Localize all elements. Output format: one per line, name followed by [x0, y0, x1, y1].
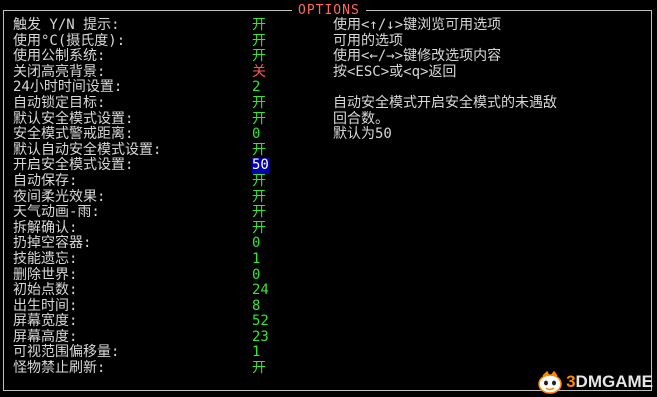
option-label: 默认自动安全模式设置: — [13, 141, 162, 158]
option-value[interactable]: 开 — [252, 360, 266, 377]
option-label: 24小时时间设置: — [13, 79, 123, 96]
option-value[interactable]: 关 — [252, 64, 266, 81]
option-value-selected[interactable]: 50 — [252, 158, 269, 174]
help-description: 自动安全模式开启安全模式的未遇敌 回合数。 默认为50 — [333, 94, 633, 143]
option-row[interactable]: 使用°C(摄氏度): 开 — [13, 32, 283, 50]
window-title: OPTIONS — [292, 3, 366, 18]
option-label: 使用°C(摄氏度): — [13, 32, 126, 49]
option-value[interactable]: 2 — [252, 80, 260, 96]
help-nav: 使用<↑/↓>键浏览可用选项 — [333, 17, 502, 33]
option-label: 默认安全模式设置: — [13, 110, 134, 127]
option-value[interactable]: 1 — [252, 345, 260, 361]
mascot-icon — [538, 370, 562, 394]
option-label: 初始点数: — [13, 282, 78, 299]
option-label: 安全模式警戒距离: — [13, 126, 134, 143]
option-label: 出生时间: — [13, 297, 78, 314]
option-row[interactable]: 天气动画-雨: 开 — [13, 205, 283, 221]
option-row[interactable]: 触发 Y/N 提示: 开 — [13, 17, 283, 34]
option-row[interactable]: 拆解确认: 开 — [13, 219, 283, 237]
option-row[interactable]: 关闭高亮背景: 关 — [13, 63, 283, 81]
option-label: 关闭高亮背景: — [13, 63, 106, 80]
help-description-line: 回合数。 — [333, 110, 389, 127]
option-label: 技能遗忘: — [13, 250, 78, 267]
option-value[interactable]: 开 — [252, 33, 266, 50]
option-row[interactable]: 默认安全模式设置: 开 — [13, 110, 283, 128]
option-value[interactable]: 52 — [252, 314, 269, 330]
option-label: 拆解确认: — [13, 219, 78, 236]
option-value[interactable]: 开 — [252, 95, 266, 112]
option-value[interactable]: 开 — [252, 49, 266, 65]
option-label: 可视范围偏移量: — [13, 344, 120, 361]
option-label: 使用公制系统: — [13, 48, 106, 65]
help-available: 可用的选项 — [333, 32, 403, 49]
option-label: 怪物禁止刷新: — [13, 360, 106, 377]
option-value[interactable]: 开 — [252, 205, 266, 221]
option-value[interactable]: 开 — [252, 173, 266, 190]
option-label: 自动保存: — [13, 172, 78, 189]
option-row[interactable]: 初始点数: 24 — [13, 282, 283, 299]
option-row[interactable]: 可视范围偏移量: 1 — [13, 345, 283, 361]
option-row[interactable]: 扔掉空容器: 0 — [13, 236, 283, 252]
option-value[interactable]: 开 — [252, 142, 266, 159]
options-list: 触发 Y/N 提示: 开使用°C(摄氏度): 开使用公制系统: 开关闭高亮背景: 关 24… — [13, 17, 283, 377]
option-value[interactable]: 开 — [252, 17, 266, 34]
option-label: 扔掉空容器: — [13, 235, 92, 252]
option-value[interactable]: 开 — [252, 220, 266, 237]
option-row[interactable]: 自动保存: 开 — [13, 172, 283, 190]
help-modify: 使用<←/→>键修改选项内容 — [333, 48, 502, 65]
option-label: 开启安全模式设置: — [13, 157, 134, 174]
option-value[interactable]: 0 — [252, 127, 260, 143]
help-back: 按<ESC>或<q>返回 — [333, 63, 457, 80]
option-row[interactable]: 技能遗忘: 1 — [13, 250, 283, 268]
option-value[interactable]: 24 — [252, 282, 269, 299]
option-row[interactable]: 24小时时间设置: 2 — [13, 80, 283, 96]
option-row[interactable]: 出生时间: 8 — [13, 297, 283, 315]
option-label: 夜间柔光效果: — [13, 188, 106, 205]
option-label: 触发 Y/N 提示: — [13, 17, 120, 33]
option-row[interactable]: 怪物禁止刷新: 开 — [13, 360, 283, 377]
option-row[interactable]: 删除世界: 0 — [13, 266, 283, 284]
option-row[interactable]: 开启安全模式设置: 50 — [13, 158, 283, 174]
help-description-line: 自动安全模式开启安全模式的未遇敌 — [333, 94, 557, 111]
watermark-text: 3DMGAME — [566, 372, 653, 391]
option-value[interactable]: 23 — [252, 329, 269, 346]
option-row[interactable]: 默认自动安全模式设置: 开 — [13, 141, 283, 159]
help-panel: 使用<↑/↓>键浏览可用选项 可用的选项 使用<←/→>键修改选项内容 按<ES… — [333, 17, 633, 143]
option-row[interactable]: 屏幕宽度: 52 — [13, 314, 283, 330]
option-label: 天气动画-雨: — [13, 204, 100, 221]
option-value[interactable]: 0 — [252, 236, 260, 252]
option-label: 自动锁定目标: — [13, 94, 106, 111]
option-label: 屏幕宽度: — [13, 313, 78, 330]
option-label: 删除世界: — [13, 266, 78, 283]
option-row[interactable]: 安全模式警戒距离: 0 — [13, 127, 283, 143]
option-value[interactable]: 8 — [252, 298, 260, 315]
watermark-logo: 3DMGAME — [537, 370, 653, 394]
help-default: 默认为50 — [333, 126, 392, 143]
option-value[interactable]: 开 — [252, 111, 266, 128]
option-value[interactable]: 0 — [252, 267, 260, 284]
option-row[interactable]: 夜间柔光效果: 开 — [13, 188, 283, 206]
option-value[interactable]: 开 — [252, 189, 266, 206]
option-row[interactable]: 使用公制系统: 开 — [13, 49, 283, 65]
option-value[interactable]: 1 — [252, 251, 260, 268]
option-row[interactable]: 自动锁定目标: 开 — [13, 94, 283, 112]
